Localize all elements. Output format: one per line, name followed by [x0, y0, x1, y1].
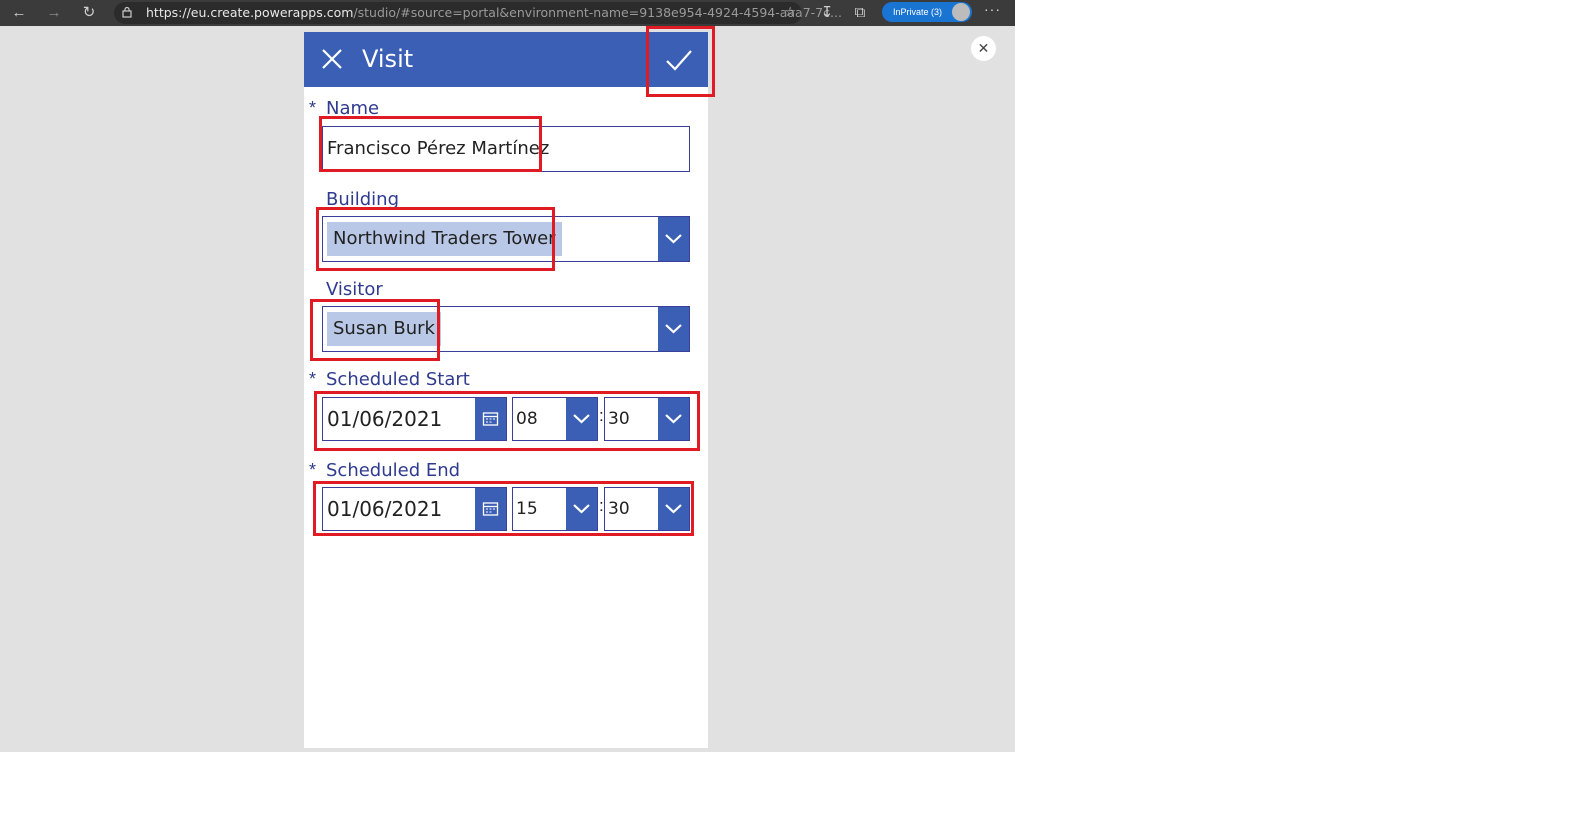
- favorites-icon[interactable]: ☆: [784, 4, 796, 20]
- collections-icon[interactable]: ⧉: [850, 3, 870, 23]
- visitor-dropdown-button[interactable]: [658, 307, 689, 351]
- required-marker: *: [309, 369, 317, 389]
- building-dropdown-button[interactable]: [658, 217, 689, 261]
- forward-icon[interactable]: →: [44, 3, 64, 23]
- avatar: [952, 3, 970, 21]
- start-hour-dropdown[interactable]: 08: [512, 397, 598, 441]
- more-icon[interactable]: ···: [984, 1, 1001, 17]
- visitor-label: Visitor: [326, 279, 383, 300]
- required-marker: *: [309, 460, 317, 480]
- chevron-down-icon: [665, 324, 682, 334]
- calendar-icon: [482, 412, 499, 426]
- calendar-icon: [482, 502, 499, 516]
- start-minute-dropdown-button[interactable]: [658, 398, 689, 440]
- close-icon: ✕: [977, 40, 990, 56]
- building-combobox[interactable]: Northwind Traders Tower: [322, 216, 690, 262]
- browser-toolbar: ← → ↻ https://eu.create.powerapps.com/st…: [0, 0, 1015, 26]
- start-minute-value: 30: [608, 409, 630, 429]
- address-bar[interactable]: https://eu.create.powerapps.com/studio/#…: [114, 2, 842, 24]
- building-selected-item[interactable]: Northwind Traders Tower: [327, 222, 562, 256]
- chevron-down-icon: [665, 504, 682, 514]
- chevron-down-icon: [665, 414, 682, 424]
- refresh-icon[interactable]: ↻: [79, 3, 99, 23]
- scheduled-start-label: Scheduled Start: [326, 369, 470, 390]
- inprivate-label: InPrivate (3): [893, 7, 943, 17]
- check-icon[interactable]: [663, 46, 695, 74]
- start-calendar-button[interactable]: [475, 398, 506, 440]
- app-screen: Visit * Name Francisco Pérez Martínez Bu…: [304, 32, 708, 748]
- start-minute-dropdown[interactable]: 30: [604, 397, 690, 441]
- downloads-icon[interactable]: ↧: [817, 3, 837, 23]
- name-label: Name: [326, 98, 380, 119]
- end-hour-dropdown[interactable]: 15: [512, 487, 598, 531]
- end-date-value: 01/06/2021: [327, 497, 443, 521]
- chevron-down-icon: [573, 414, 590, 424]
- start-hour-value: 08: [516, 409, 538, 429]
- inprivate-badge[interactable]: InPrivate (3): [882, 2, 972, 22]
- required-marker: *: [309, 98, 317, 118]
- name-input[interactable]: Francisco Pérez Martínez: [322, 126, 690, 172]
- page-title: Visit: [362, 45, 414, 73]
- end-minute-value: 30: [608, 499, 630, 519]
- start-date-picker[interactable]: 01/06/2021: [322, 397, 507, 441]
- end-hour-dropdown-button[interactable]: [566, 488, 597, 530]
- close-icon[interactable]: [320, 47, 344, 71]
- end-calendar-button[interactable]: [475, 488, 506, 530]
- end-date-picker[interactable]: 01/06/2021: [322, 487, 507, 531]
- url-text: https://eu.create.powerapps.com/studio/#…: [146, 5, 842, 20]
- close-preview-button[interactable]: ✕: [971, 36, 996, 61]
- back-icon[interactable]: ←: [9, 3, 29, 23]
- visitor-combobox[interactable]: Susan Burk: [322, 306, 690, 352]
- end-hour-value: 15: [516, 499, 538, 519]
- end-minute-dropdown[interactable]: 30: [604, 487, 690, 531]
- app-header: Visit: [304, 32, 708, 87]
- building-label: Building: [326, 189, 400, 210]
- start-date-value: 01/06/2021: [327, 407, 443, 431]
- visitor-selected-item[interactable]: Susan Burk: [327, 312, 441, 346]
- start-hour-dropdown-button[interactable]: [566, 398, 597, 440]
- scheduled-end-label: Scheduled End: [326, 460, 461, 481]
- lock-icon: [122, 6, 132, 18]
- end-minute-dropdown-button[interactable]: [658, 488, 689, 530]
- chevron-down-icon: [665, 234, 682, 244]
- chevron-down-icon: [573, 504, 590, 514]
